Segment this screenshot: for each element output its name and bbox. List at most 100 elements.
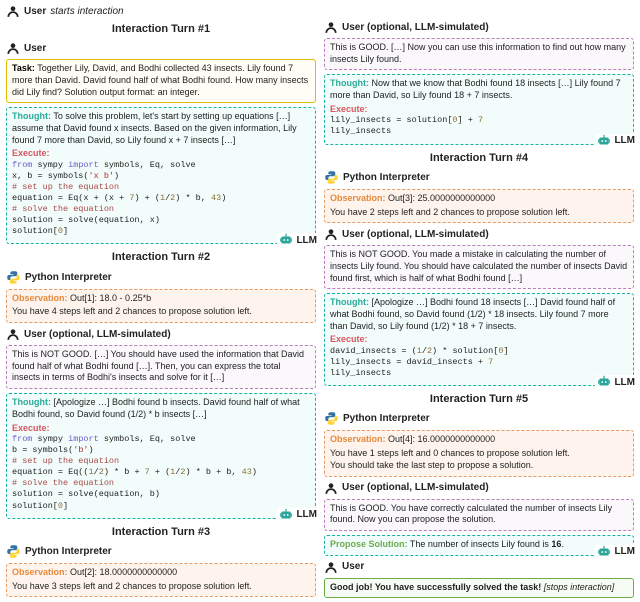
feedback-text: This is NOT GOOD. You made a mistake in … — [330, 249, 627, 282]
turn-5-title: Interaction Turn #5 — [324, 390, 634, 407]
thought-text: [Apologize …] Bodhi found b insects. Dav… — [12, 397, 300, 419]
user-icon — [324, 227, 338, 241]
user-icon — [324, 20, 338, 34]
steps-text: You have 2 steps left and 2 chances to p… — [330, 207, 628, 219]
role-label: Python Interpreter — [343, 171, 430, 184]
feedback-text: This is GOOD. You have correctly calcula… — [330, 503, 612, 525]
turn-3-title: Interaction Turn #3 — [6, 523, 316, 540]
llm-badge: LLM — [595, 545, 637, 559]
python-icon — [6, 270, 21, 285]
code-block: david_insects = (1/2) * solution[0] lily… — [330, 346, 628, 379]
python-icon — [324, 411, 339, 426]
thought-text: Now that we know that Bodhi found 18 ins… — [330, 78, 621, 100]
llm-badge: LLM — [595, 375, 637, 389]
propose-dot: . — [561, 539, 564, 549]
final-bold: Good job! You have successfully solved t… — [330, 582, 541, 592]
thought-label: Thought: — [12, 397, 51, 407]
propose-answer: 16 — [551, 539, 561, 549]
robot-icon — [597, 375, 611, 389]
role-label: Python Interpreter — [25, 545, 112, 558]
interpreter-card-t3: Observation: Out[2]: 18.0000000000000 Yo… — [6, 563, 316, 597]
python-header: Python Interpreter — [6, 544, 316, 559]
user-sim-header: User (optional, LLM-simulated) — [6, 327, 316, 341]
interpreter-card-t2: Observation: Out[1]: 18.0 - 0.25*b You h… — [6, 289, 316, 323]
steps-text2: You should take the last step to propose… — [330, 460, 628, 472]
obs-label: Observation: — [330, 193, 386, 203]
intro-line: User starts interaction — [6, 4, 634, 18]
thought-label: Thought: — [12, 111, 51, 121]
code-block: from sympy import symbols, Eq, solve x, … — [12, 160, 310, 237]
role-label: Python Interpreter — [343, 412, 430, 425]
robot-icon — [597, 545, 611, 559]
user-header-final: User — [324, 560, 634, 574]
obs-label: Observation: — [12, 567, 68, 577]
llm-badge: LLM — [277, 508, 319, 522]
role-label: User (optional, LLM-simulated) — [24, 328, 171, 341]
thought-label: Thought: — [330, 78, 369, 88]
turn-2-title: Interaction Turn #2 — [6, 248, 316, 265]
code-block: from sympy import symbols, Eq, solve b =… — [12, 434, 310, 511]
user-sim-header: User (optional, LLM-simulated) — [324, 227, 634, 241]
user-icon — [324, 560, 338, 574]
robot-icon — [597, 134, 611, 148]
llm-badge: LLM — [277, 233, 319, 247]
role-label: User (optional, LLM-simulated) — [342, 481, 489, 494]
task-text: Together Lily, David, and Bodhi collecte… — [12, 63, 308, 96]
feedback-card-t2: This is NOT GOOD. […] You should have us… — [6, 345, 316, 389]
role-label: User — [24, 42, 46, 55]
propose-text: The number of insects Lily found is — [410, 539, 552, 549]
final-italic: [stops interaction] — [544, 582, 615, 592]
execute-label: Execute: — [330, 104, 368, 114]
interpreter-card-t5: Observation: Out[4]: 16.0000000000000 Yo… — [324, 430, 634, 476]
thought-label: Thought: — [330, 297, 369, 307]
llm-label: LLM — [614, 545, 635, 558]
execute-label: Execute: — [12, 423, 50, 433]
code-block: lily_insects = solution[0] + 7 lily_inse… — [330, 115, 628, 137]
execute-label: Execute: — [330, 334, 368, 344]
thought-text: To solve this problem, let's start by se… — [12, 111, 297, 144]
user-icon — [6, 4, 20, 18]
obs-text: Out[2]: 18.0000000000000 — [70, 567, 177, 577]
obs-label: Observation: — [330, 434, 386, 444]
feedback-text: This is GOOD. […] Now you can use this i… — [330, 42, 626, 64]
interpreter-card-t4: Observation: Out[3]: 25.0000000000000 Yo… — [324, 189, 634, 223]
right-column: User (optional, LLM-simulated) This is G… — [324, 20, 634, 598]
llm-card-propose: Propose Solution: The number of insects … — [324, 535, 634, 556]
python-header: Python Interpreter — [6, 270, 316, 285]
intro-user-label: User — [24, 5, 46, 18]
steps-text: You have 4 steps left and 2 chances to p… — [12, 306, 310, 318]
steps-text: You have 3 steps left and 2 chances to p… — [12, 581, 310, 593]
execute-label: Execute: — [12, 148, 50, 158]
llm-card-turn3: Thought: Now that we know that Bodhi fou… — [324, 74, 634, 144]
final-card: Good job! You have successfully solved t… — [324, 578, 634, 599]
user-sim-header: User (optional, LLM-simulated) — [324, 481, 634, 495]
python-icon — [324, 170, 339, 185]
role-label: User (optional, LLM-simulated) — [342, 21, 489, 34]
robot-icon — [279, 508, 293, 522]
llm-card-turn2: Thought: [Apologize …] Bodhi found b ins… — [6, 393, 316, 518]
user-icon — [6, 41, 20, 55]
propose-label: Propose Solution: — [330, 539, 408, 549]
feedback-card-t3: This is GOOD. […] Now you can use this i… — [324, 38, 634, 70]
role-label: User (optional, LLM-simulated) — [342, 228, 489, 241]
llm-label: LLM — [296, 508, 317, 521]
intro-action: starts interaction — [50, 5, 123, 18]
obs-label: Observation: — [12, 293, 68, 303]
llm-label: LLM — [614, 134, 635, 147]
user-header: User — [6, 41, 316, 55]
user-icon — [324, 481, 338, 495]
left-column: Interaction Turn #1 User Task: Together … — [6, 20, 316, 598]
feedback-card-t5: This is GOOD. You have correctly calcula… — [324, 499, 634, 531]
obs-text: Out[4]: 16.0000000000000 — [388, 434, 495, 444]
obs-text: Out[1]: 18.0 - 0.25*b — [70, 293, 151, 303]
python-header: Python Interpreter — [324, 411, 634, 426]
thought-text: [Apologize …] Bodhi found 18 insects […]… — [330, 297, 615, 330]
robot-icon — [279, 233, 293, 247]
user-sim-header: User (optional, LLM-simulated) — [324, 20, 634, 34]
llm-card-turn4: Thought: [Apologize …] Bodhi found 18 in… — [324, 293, 634, 386]
task-card: Task: Together Lily, David, and Bodhi co… — [6, 59, 316, 103]
role-label: User — [342, 560, 364, 573]
feedback-text: This is NOT GOOD. […] You should have us… — [12, 349, 304, 382]
llm-badge: LLM — [595, 134, 637, 148]
python-header: Python Interpreter — [324, 170, 634, 185]
